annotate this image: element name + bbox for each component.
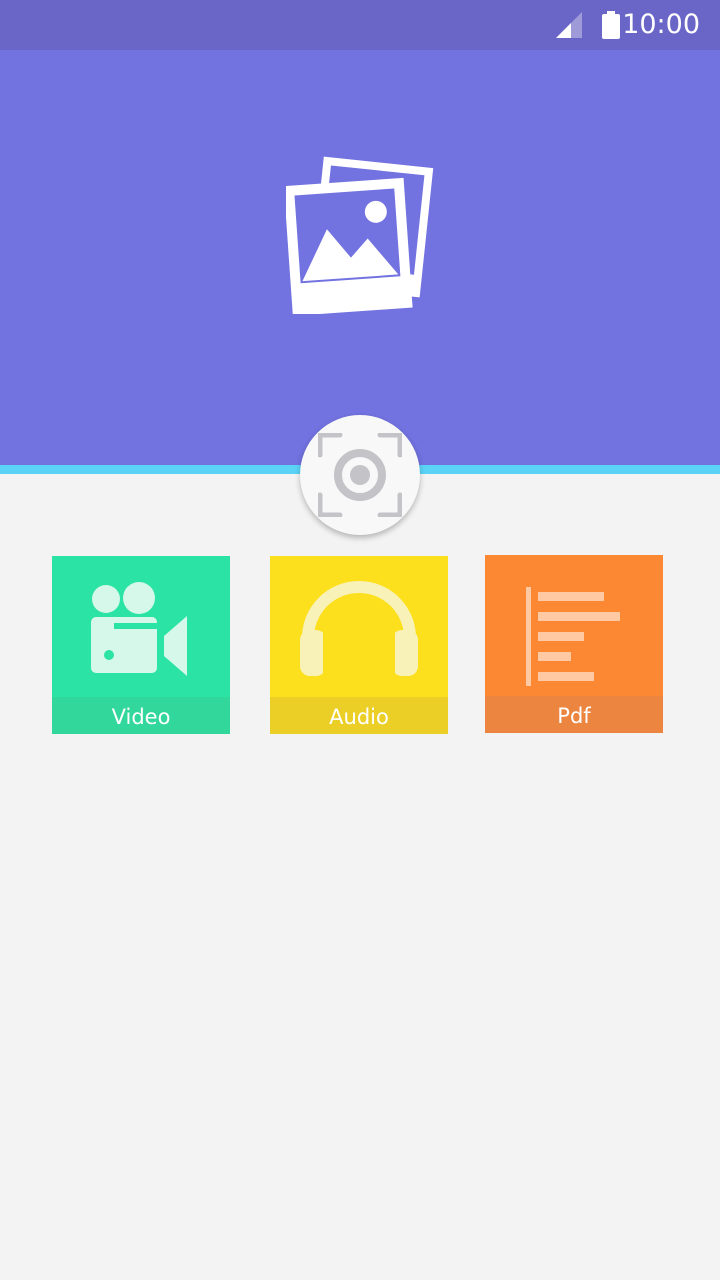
- headphones-icon: [300, 581, 418, 676]
- pdf-tile[interactable]: Pdf: [485, 555, 663, 733]
- status-bar: 10:00: [0, 0, 720, 50]
- pdf-tile-label: Pdf: [485, 696, 663, 733]
- gallery-icon: [286, 156, 434, 314]
- hero-banner: [0, 50, 720, 465]
- signal-icon: [556, 12, 582, 38]
- scan-icon: [318, 433, 402, 517]
- video-tile[interactable]: Video: [52, 556, 230, 734]
- document-icon: [526, 587, 620, 686]
- audio-tile[interactable]: Audio: [270, 556, 448, 734]
- battery-icon: [602, 11, 620, 39]
- video-camera-icon: [91, 582, 187, 676]
- audio-tile-label: Audio: [270, 697, 448, 734]
- video-tile-label: Video: [52, 697, 230, 734]
- scan-button[interactable]: [300, 415, 420, 535]
- status-time: 10:00: [622, 9, 700, 40]
